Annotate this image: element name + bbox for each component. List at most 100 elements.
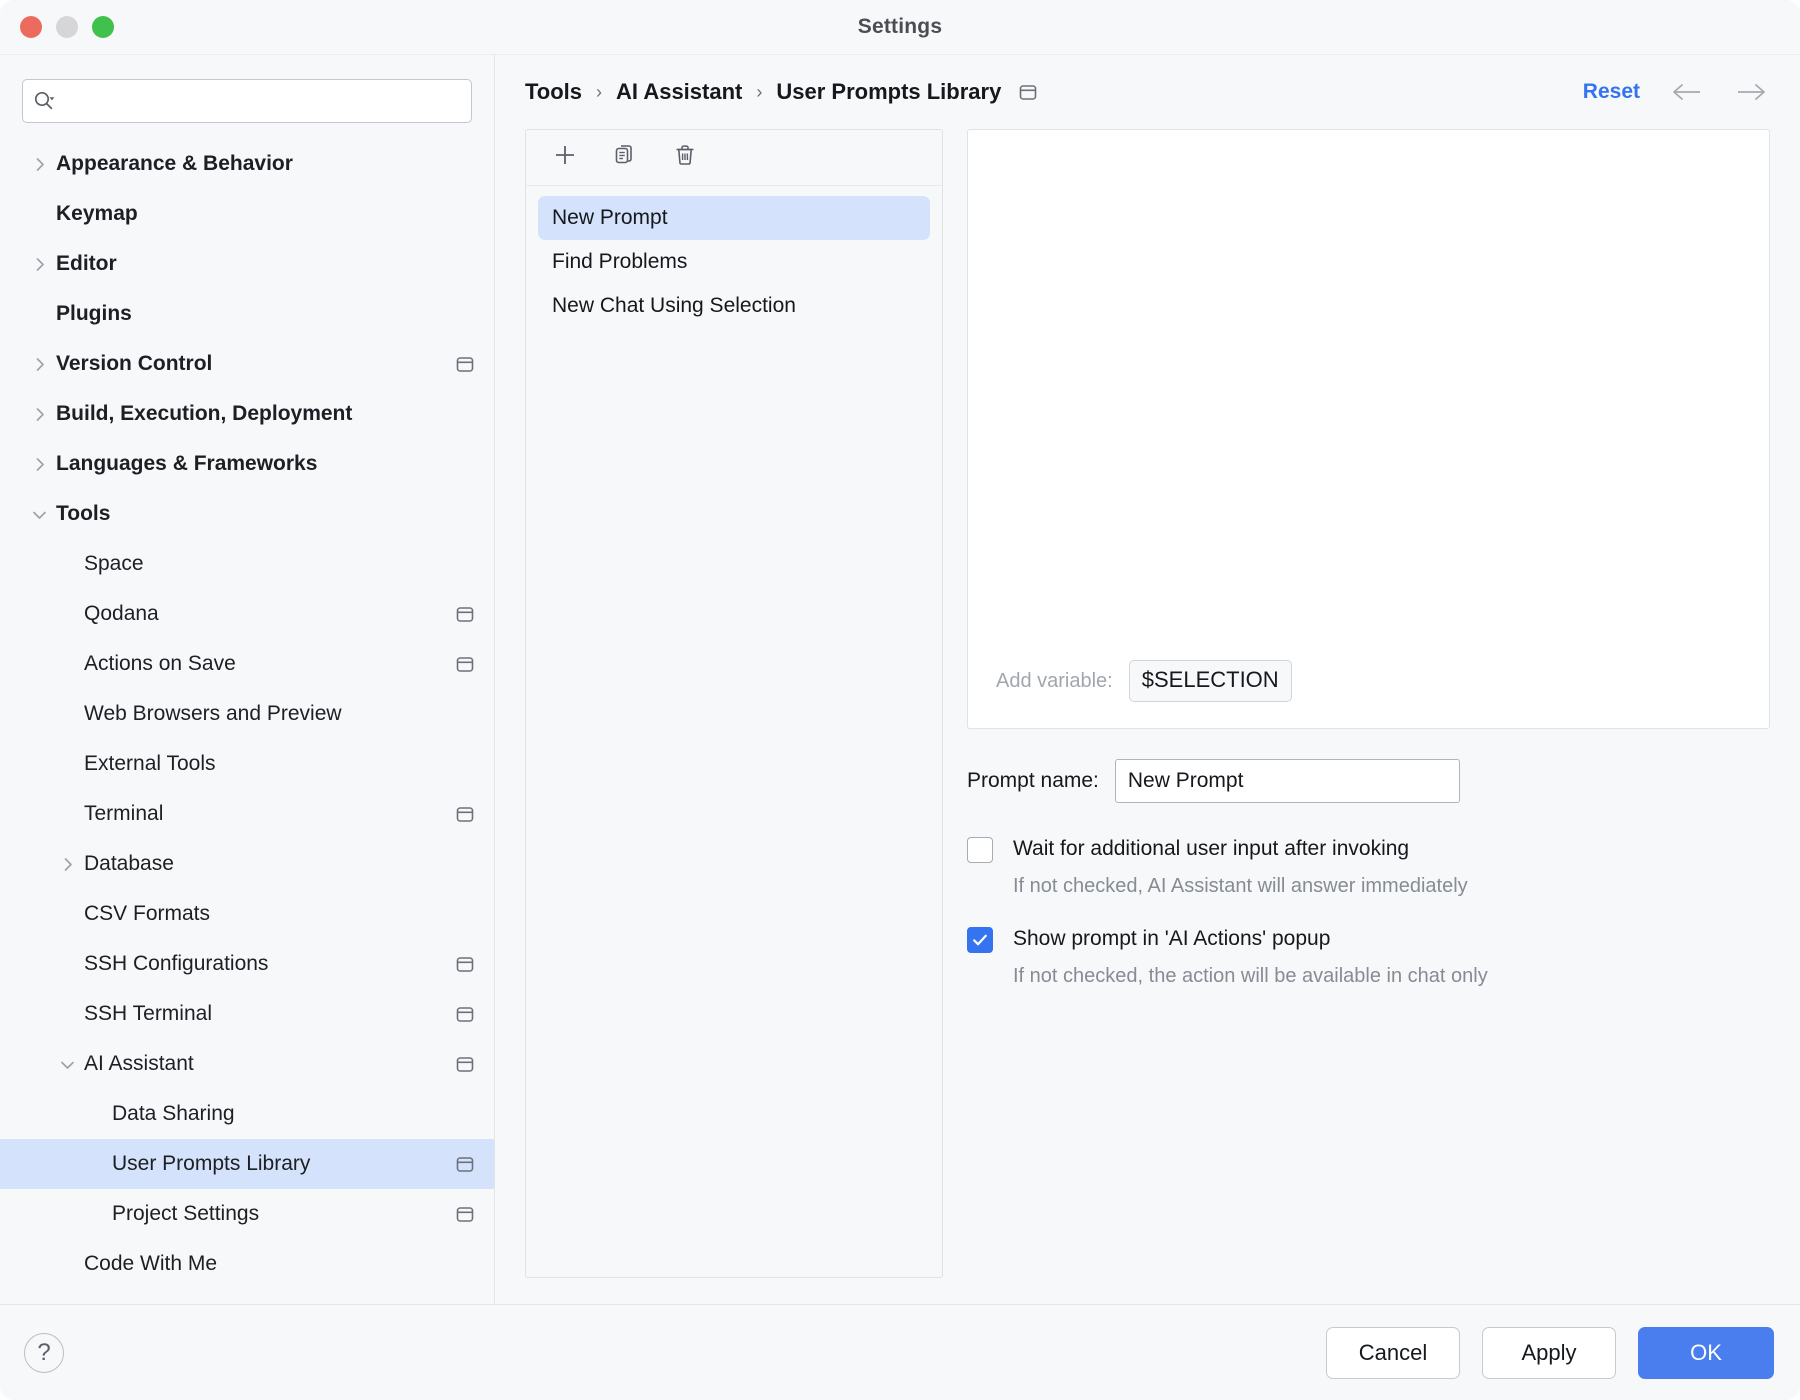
apply-button[interactable]: Apply [1482, 1326, 1616, 1379]
project-scope-badge-icon [454, 353, 476, 375]
sidebar-item-label: Qodana [84, 602, 159, 625]
breadcrumb-separator: › [596, 81, 603, 102]
project-scope-badge-icon [1017, 81, 1039, 103]
sidebar-item-label: Space [84, 552, 144, 575]
breadcrumb-item[interactable]: User Prompts Library [776, 79, 1001, 105]
project-scope-badge-icon [454, 1203, 476, 1225]
sidebar-item-editor[interactable]: Editor [0, 239, 494, 289]
checkbox-label[interactable]: Wait for additional user input after inv… [1013, 833, 1409, 865]
sidebar-item-data-sharing[interactable]: Data Sharing [0, 1089, 494, 1139]
search-box[interactable] [22, 79, 472, 123]
breadcrumb: Tools › AI Assistant › User Prompts Library [525, 79, 1001, 105]
title-bar: Settings [0, 0, 1800, 54]
sidebar-item-tools[interactable]: Tools [0, 489, 494, 539]
project-scope-badge-icon [454, 953, 476, 975]
sidebar-item-code-with-me[interactable]: Code With Me [0, 1239, 494, 1289]
checkbox-row[interactable]: Show prompt in 'AI Actions' popup [967, 923, 1770, 955]
sidebar-item-actions-on-save[interactable]: Actions on Save [0, 639, 494, 689]
prompt-list-item[interactable]: New Prompt [538, 196, 930, 240]
duplicate-prompt-button[interactable] [608, 141, 642, 175]
sidebar-item-database[interactable]: Database [0, 839, 494, 889]
sidebar-item-terminal[interactable]: Terminal [0, 789, 494, 839]
project-scope-badge-icon [454, 1053, 476, 1075]
search-input[interactable] [55, 89, 461, 113]
back-arrow-icon[interactable] [1670, 81, 1704, 103]
help-button[interactable]: ? [24, 1332, 64, 1373]
sidebar-item-label: AI Assistant [84, 1052, 194, 1075]
chevron-right-icon[interactable] [22, 355, 56, 374]
project-scope-badge-icon [454, 1153, 476, 1175]
prompt-name-label: Prompt name: [967, 769, 1099, 792]
sidebar-item-label: Database [84, 852, 174, 875]
selection-variable-chip[interactable]: $SELECTION [1128, 660, 1292, 702]
checkbox-row[interactable]: Wait for additional user input after inv… [967, 833, 1770, 865]
prompt-editor-box[interactable]: Add variable: $SELECTION [967, 129, 1770, 729]
sidebar-item-keymap[interactable]: Keymap [0, 189, 494, 239]
sidebar-item-label: Terminal [84, 802, 164, 825]
chevron-right-icon[interactable] [22, 155, 56, 174]
chevron-down-icon[interactable] [50, 1055, 84, 1074]
prompt-list-toolbar [526, 130, 942, 186]
prompt-name-input[interactable] [1114, 759, 1460, 803]
sidebar-item-version-control[interactable]: Version Control [0, 339, 494, 389]
breadcrumb-item[interactable]: AI Assistant [616, 79, 742, 105]
footer-actions: Cancel Apply OK [1326, 1326, 1774, 1379]
sidebar-item-build-execution-deployment[interactable]: Build, Execution, Deployment [0, 389, 494, 439]
prompt-option: Show prompt in 'AI Actions' popup If not … [967, 923, 1770, 991]
project-scope-badge-icon [454, 1003, 476, 1025]
prompt-editor-text[interactable] [968, 130, 1769, 660]
settings-content: Tools › AI Assistant › User Prompts Library … [495, 55, 1800, 1304]
add-variable-row: Add variable: $SELECTION [968, 660, 1769, 728]
project-scope-badge-icon [454, 653, 476, 675]
sidebar-item-external-tools[interactable]: External Tools [0, 739, 494, 789]
sidebar-item-ai-assistant[interactable]: AI Assistant [0, 1039, 494, 1089]
sidebar-item-label: Data Sharing [112, 1102, 235, 1125]
breadcrumb-item[interactable]: Tools [525, 79, 582, 105]
sidebar-item-project-settings[interactable]: Project Settings [0, 1189, 494, 1239]
checkbox-label[interactable]: Show prompt in 'AI Actions' popup [1013, 923, 1330, 955]
prompt-option: Wait for additional user input after inv… [967, 833, 1770, 901]
chevron-right-icon[interactable] [50, 855, 84, 874]
sidebar-item-label: Version Control [56, 352, 213, 375]
option-spacer [967, 901, 1770, 923]
prompt-options: Wait for additional user input after inv… [967, 833, 1770, 991]
question-mark-icon: ? [37, 1338, 51, 1366]
sidebar-item-label: Code With Me [84, 1252, 218, 1275]
sidebar-item-ssh-configurations[interactable]: SSH Configurations [0, 939, 494, 989]
prompts-panes: New Prompt Find Problems New Chat Using Se… [495, 129, 1800, 1304]
ok-button[interactable]: OK [1638, 1326, 1774, 1379]
sidebar-item-csv-formats[interactable]: CSV Formats [0, 889, 494, 939]
sidebar-item-languages-frameworks[interactable]: Languages & Frameworks [0, 439, 494, 489]
chevron-right-icon[interactable] [22, 255, 56, 274]
forward-arrow-icon[interactable] [1734, 81, 1768, 103]
minimize-window-button[interactable] [56, 16, 78, 38]
checkbox-checked-icon[interactable] [967, 927, 993, 953]
sidebar-item-appearance-behavior[interactable]: Appearance & Behavior [0, 139, 494, 189]
sidebar-item-plugins[interactable]: Plugins [0, 289, 494, 339]
add-prompt-button[interactable] [548, 141, 582, 175]
sidebar-item-user-prompts-library[interactable]: User Prompts Library [0, 1139, 494, 1189]
sidebar-item-space[interactable]: Space [0, 539, 494, 589]
cancel-button[interactable]: Cancel [1326, 1326, 1460, 1379]
sidebar-item-qodana[interactable]: Qodana [0, 589, 494, 639]
search-icon [33, 90, 55, 112]
sidebar-item-label: External Tools [84, 752, 216, 775]
prompt-list-item[interactable]: New Chat Using Selection [538, 284, 930, 328]
sidebar-item-label: Keymap [56, 202, 138, 225]
prompt-list-item[interactable]: Find Problems [538, 240, 930, 284]
add-variable-label: Add variable: [996, 669, 1113, 692]
checkbox-unchecked-icon[interactable] [967, 837, 993, 863]
chevron-down-icon[interactable] [22, 505, 56, 524]
close-window-button[interactable] [20, 16, 42, 38]
sidebar-item-web-browsers-and-preview[interactable]: Web Browsers and Preview [0, 689, 494, 739]
reset-link[interactable]: Reset [1583, 80, 1640, 104]
chevron-right-icon[interactable] [22, 455, 56, 474]
sidebar-item-label: Plugins [56, 302, 132, 325]
sidebar-item-label: Actions on Save [84, 652, 236, 675]
chevron-right-icon[interactable] [22, 405, 56, 424]
trash-icon [672, 142, 698, 173]
sidebar-item-label: Build, Execution, Deployment [56, 402, 353, 425]
delete-prompt-button[interactable] [668, 141, 702, 175]
zoom-window-button[interactable] [92, 16, 114, 38]
sidebar-item-ssh-terminal[interactable]: SSH Terminal [0, 989, 494, 1039]
